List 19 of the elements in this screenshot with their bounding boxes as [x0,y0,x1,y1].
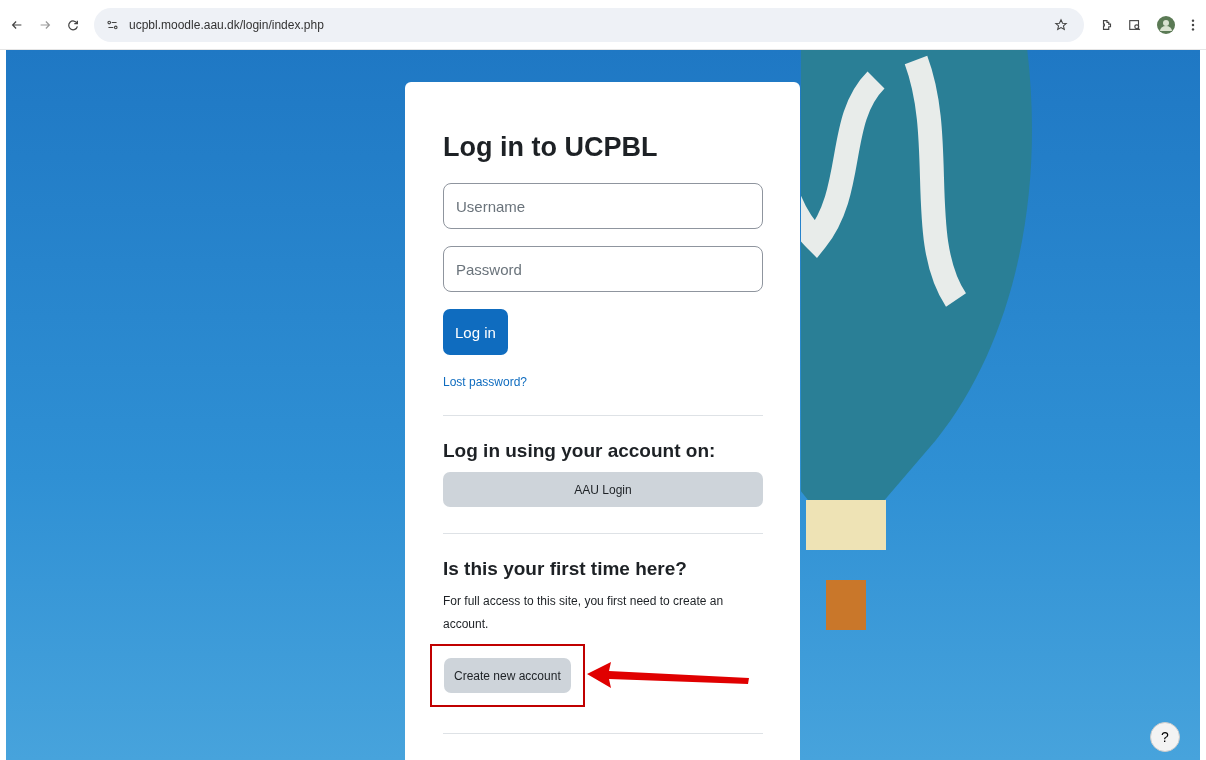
url-text: ucpbl.moodle.aau.dk/login/index.php [129,17,325,32]
star-icon[interactable] [1054,17,1068,32]
login-button[interactable]: Log in [443,309,508,355]
extensions-icon[interactable] [1100,17,1114,32]
signup-info-text: For full access to this site, you first need to create an account. [443,593,725,633]
help-button[interactable]: ? [1150,722,1180,752]
reader-icon[interactable] [1128,17,1142,32]
login-title: Log in to UCPBL [443,132,658,163]
password-field[interactable]: Password [443,246,763,292]
section-heading: Is this your first time here? [443,558,687,580]
avatar-icon[interactable] [1156,14,1176,35]
reload-icon[interactable] [66,17,80,32]
section-heading: Log in using your account on: [443,440,716,462]
aau-login-button[interactable]: AAU Login [443,472,763,507]
lost-password-link[interactable]: Lost password? [443,375,528,389]
username-field[interactable]: Username [443,183,763,229]
menu-icon[interactable] [1190,17,1196,32]
address-bar[interactable]: ucpbl.moodle.aau.dk/login/index.php [94,7,1084,42]
create-account-button[interactable]: Create new account [444,658,571,693]
